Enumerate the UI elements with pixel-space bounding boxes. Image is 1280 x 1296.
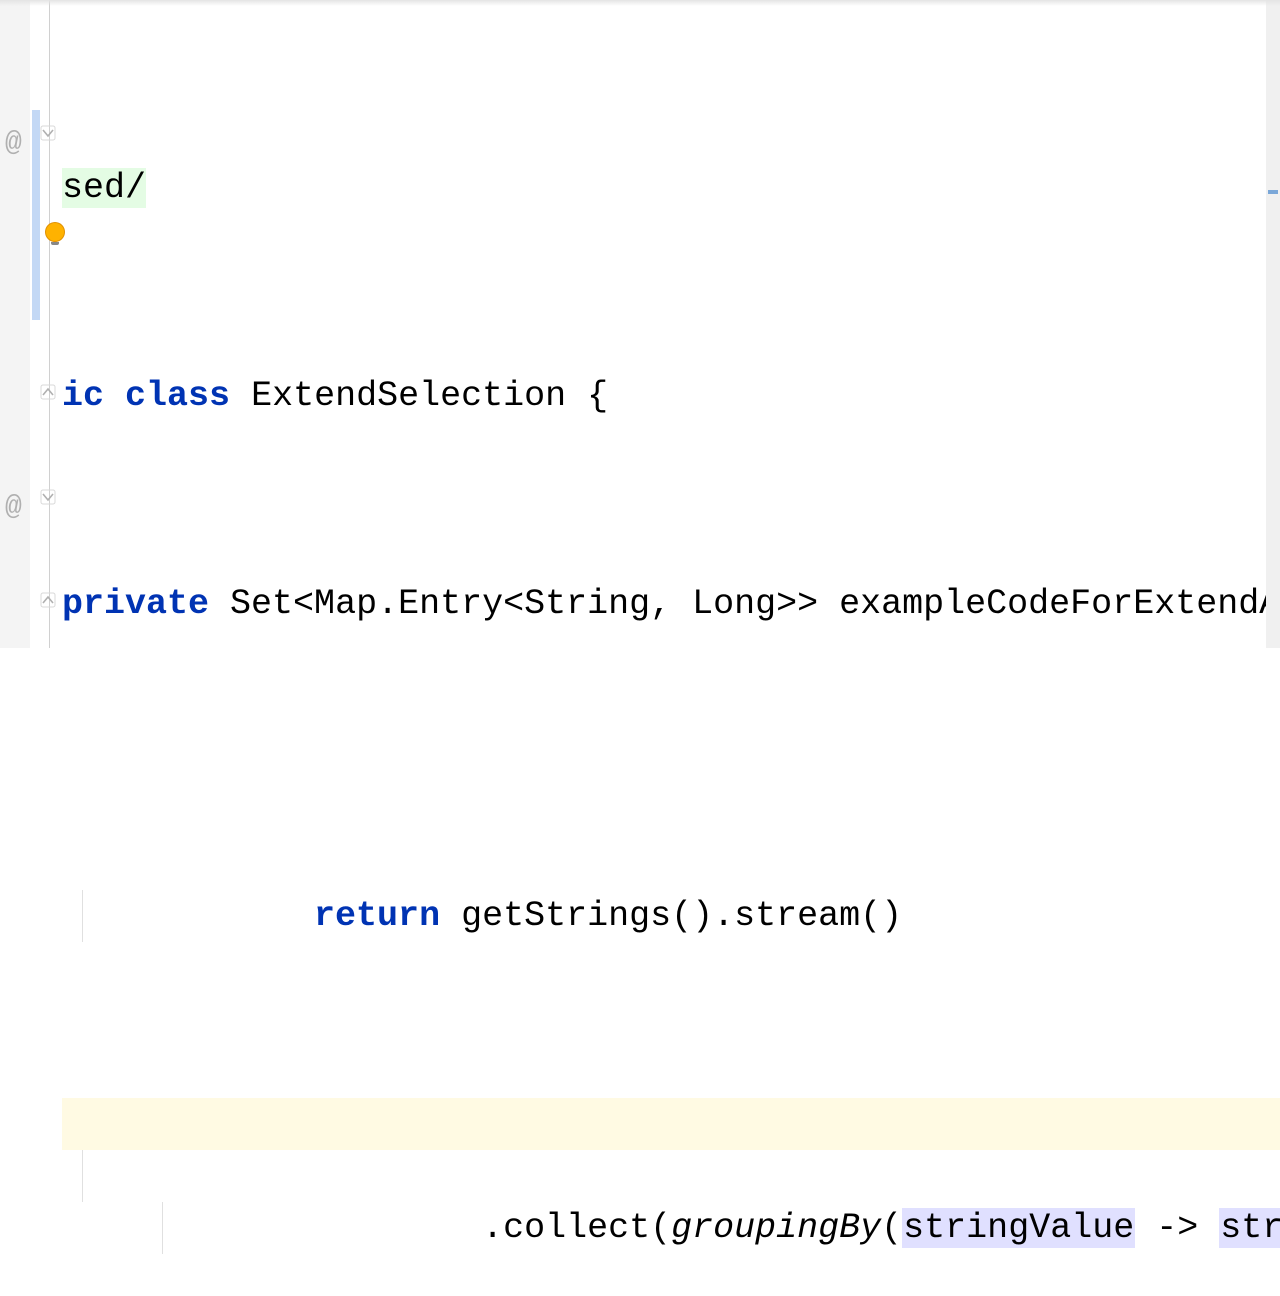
- code-line[interactable]: private Set<Map.Entry<String, Long>> exa…: [62, 578, 1280, 630]
- fold-toggle-icon[interactable]: [40, 384, 56, 400]
- keyword: class: [125, 376, 230, 416]
- scrollbar-vertical[interactable]: [1266, 0, 1280, 648]
- fold-toggle-icon[interactable]: [40, 489, 56, 505]
- current-line-highlight: [62, 1098, 1280, 1150]
- keyword: return: [314, 896, 440, 936]
- method-signature: Set<Map.Entry<String, Long>> exampleCode…: [230, 584, 1280, 624]
- annotation-icon[interactable]: @: [5, 482, 25, 502]
- code-editor[interactable]: sed/ ic class ExtendSelection { private …: [62, 6, 1280, 1296]
- gutter: @ @: [0, 0, 50, 648]
- fold-toggle-icon[interactable]: [40, 125, 56, 141]
- highlighted-fragment: sed/: [62, 168, 146, 208]
- indent: [146, 896, 314, 936]
- code-line[interactable]: ic class ExtendSelection {: [62, 370, 1280, 422]
- code-line[interactable]: return getStrings().stream(): [62, 786, 1280, 838]
- code-line-current[interactable]: .collect(groupingBy(stringValue -> strin…: [62, 994, 1280, 1046]
- keyword: ic: [62, 376, 104, 416]
- code-line[interactable]: sed/: [62, 162, 1280, 214]
- annotation-icon[interactable]: @: [5, 118, 25, 138]
- type-name: ExtendSelection {: [251, 376, 608, 416]
- modified-range-marker: [32, 110, 40, 320]
- code-line[interactable]: counting())): [62, 1202, 1280, 1254]
- caret-position-marker: [1268, 190, 1278, 194]
- fold-toggle-icon[interactable]: [40, 592, 56, 608]
- code-text: getStrings().stream(): [440, 896, 902, 936]
- keyword: private: [62, 584, 209, 624]
